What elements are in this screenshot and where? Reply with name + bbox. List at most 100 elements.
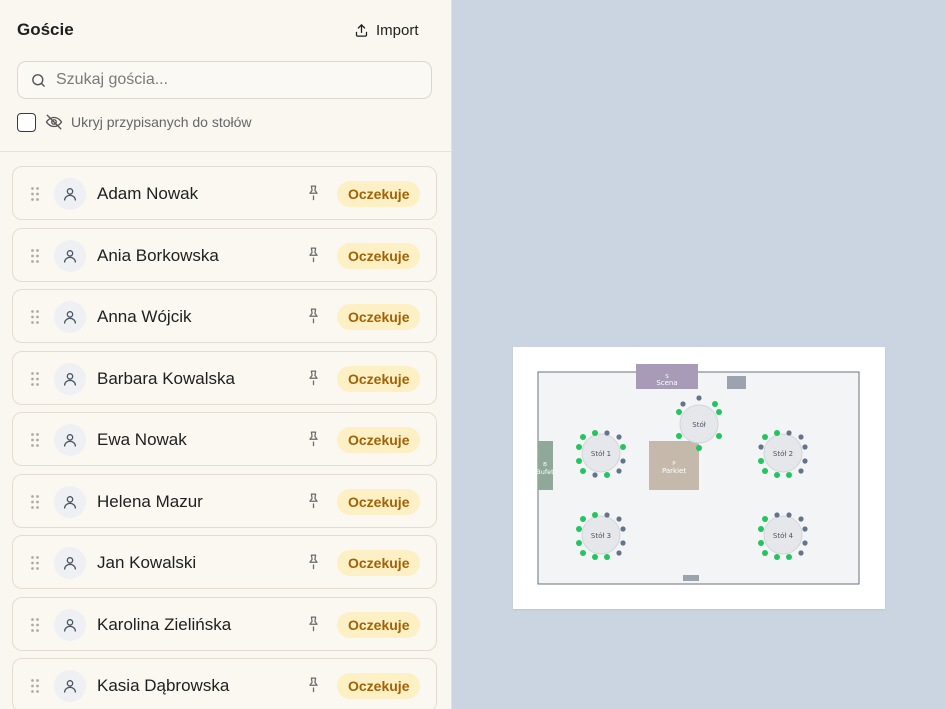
seat-marker[interactable] bbox=[774, 554, 780, 560]
drag-handle-icon[interactable] bbox=[30, 371, 40, 387]
pin-icon[interactable] bbox=[305, 615, 322, 632]
guest-card[interactable]: Jan Kowalski Oczekuje bbox=[12, 535, 437, 589]
seat-marker[interactable] bbox=[762, 468, 768, 474]
seat-marker[interactable] bbox=[716, 409, 722, 415]
seat-marker[interactable] bbox=[716, 433, 722, 439]
seat-marker[interactable] bbox=[758, 526, 764, 532]
drag-handle-icon[interactable] bbox=[30, 617, 40, 633]
seat-marker[interactable] bbox=[786, 430, 792, 436]
seat-marker[interactable] bbox=[620, 526, 626, 532]
guest-name: Helena Mazur bbox=[97, 491, 203, 511]
seat-marker[interactable] bbox=[604, 554, 610, 560]
seat-marker[interactable] bbox=[786, 554, 792, 560]
hide-assigned-checkbox[interactable] bbox=[17, 112, 36, 132]
pin-icon[interactable] bbox=[305, 676, 322, 693]
seat-marker[interactable] bbox=[620, 540, 626, 546]
seat-marker[interactable] bbox=[786, 472, 792, 478]
search-input[interactable] bbox=[56, 71, 416, 89]
seat-marker[interactable] bbox=[604, 430, 610, 436]
guest-card[interactable]: Kasia Dąbrowska Oczekuje bbox=[12, 658, 437, 709]
seat-marker[interactable] bbox=[762, 516, 768, 522]
guest-card[interactable]: Karolina Zielińska Oczekuje bbox=[12, 596, 437, 651]
drag-handle-icon[interactable] bbox=[30, 494, 40, 510]
pin-icon[interactable] bbox=[305, 246, 322, 263]
pin-icon[interactable] bbox=[305, 369, 322, 386]
seat-marker[interactable] bbox=[802, 444, 808, 450]
seat-marker[interactable] bbox=[676, 433, 682, 439]
seat-marker[interactable] bbox=[762, 550, 768, 556]
guest-card[interactable]: Adam Nowak Oczekuje bbox=[12, 166, 437, 220]
seat-marker[interactable] bbox=[616, 550, 622, 556]
status-badge: Oczekuje bbox=[337, 611, 421, 638]
guest-card[interactable]: Helena Mazur Oczekuje bbox=[12, 473, 437, 528]
seat-marker[interactable] bbox=[802, 526, 808, 532]
table-label: Stół 4 bbox=[773, 532, 794, 540]
seat-marker[interactable] bbox=[696, 445, 702, 451]
seat-marker[interactable] bbox=[802, 458, 808, 464]
search-icon bbox=[32, 73, 45, 87]
drag-handle-icon[interactable] bbox=[30, 555, 40, 571]
status-badge: Oczekuje bbox=[337, 365, 421, 392]
guest-card[interactable]: Anna Wójcik Oczekuje bbox=[12, 289, 437, 343]
seat-marker[interactable] bbox=[758, 540, 764, 546]
guest-card[interactable]: Ania Borkowska Oczekuje bbox=[12, 227, 437, 282]
seat-marker[interactable] bbox=[680, 401, 686, 407]
seat-marker[interactable] bbox=[798, 516, 804, 522]
import-button[interactable]: Import bbox=[346, 16, 427, 44]
seat-marker[interactable] bbox=[758, 458, 764, 464]
pin-icon[interactable] bbox=[305, 184, 322, 201]
avatar bbox=[54, 424, 86, 456]
floorplan-canvas[interactable]: S Scena B Bufet P Parkiet Stół Stół 1 Stół… bbox=[513, 347, 885, 609]
import-label: Import bbox=[376, 21, 419, 39]
seat-marker[interactable] bbox=[774, 512, 780, 518]
seat-marker[interactable] bbox=[576, 526, 582, 532]
seat-marker[interactable] bbox=[576, 458, 582, 464]
pin-icon[interactable] bbox=[305, 492, 322, 509]
seat-marker[interactable] bbox=[786, 512, 792, 518]
seat-marker[interactable] bbox=[798, 434, 804, 440]
drag-handle-icon[interactable] bbox=[30, 186, 40, 202]
seat-marker[interactable] bbox=[592, 430, 598, 436]
seat-marker[interactable] bbox=[592, 512, 598, 518]
seat-marker[interactable] bbox=[798, 550, 804, 556]
user-icon bbox=[64, 249, 76, 263]
drag-handle-icon[interactable] bbox=[30, 678, 40, 694]
drag-handle-icon[interactable] bbox=[30, 309, 40, 325]
seat-marker[interactable] bbox=[616, 434, 622, 440]
seat-marker[interactable] bbox=[696, 395, 702, 401]
seat-marker[interactable] bbox=[580, 550, 586, 556]
guest-name: Anna Wójcik bbox=[97, 307, 192, 326]
seat-marker[interactable] bbox=[616, 516, 622, 522]
seat-marker[interactable] bbox=[762, 434, 768, 440]
guest-card[interactable]: Barbara Kowalska Oczekuje bbox=[12, 350, 437, 405]
seat-marker[interactable] bbox=[758, 444, 764, 450]
seat-marker[interactable] bbox=[576, 444, 582, 450]
seat-marker[interactable] bbox=[774, 430, 780, 436]
pin-icon[interactable] bbox=[305, 307, 322, 324]
pin-icon[interactable] bbox=[305, 430, 322, 447]
seat-marker[interactable] bbox=[604, 472, 610, 478]
drag-handle-icon[interactable] bbox=[30, 432, 40, 448]
seat-marker[interactable] bbox=[592, 472, 598, 478]
drag-handle-icon[interactable] bbox=[30, 248, 40, 264]
sidebar-header: Goście Import Ukryj przypisanych do stoł… bbox=[0, 0, 451, 152]
pin-icon[interactable] bbox=[305, 553, 322, 570]
seat-marker[interactable] bbox=[774, 472, 780, 478]
floorplan-svg: S Scena B Bufet P Parkiet StółStół 1 Stół… bbox=[536, 364, 860, 585]
seat-marker[interactable] bbox=[592, 554, 598, 560]
seat-marker[interactable] bbox=[802, 540, 808, 546]
seat-marker[interactable] bbox=[616, 468, 622, 474]
seat-marker[interactable] bbox=[712, 401, 718, 407]
seat-marker[interactable] bbox=[576, 540, 582, 546]
guest-name: Karolina Zielińska bbox=[97, 614, 232, 634]
seat-marker[interactable] bbox=[620, 458, 626, 464]
seat-marker[interactable] bbox=[604, 512, 610, 518]
guest-card[interactable]: Ewa Nowak Oczekuje bbox=[12, 412, 437, 466]
seat-marker[interactable] bbox=[798, 468, 804, 474]
seat-marker[interactable] bbox=[580, 516, 586, 522]
seat-marker[interactable] bbox=[580, 434, 586, 440]
seat-marker[interactable] bbox=[620, 444, 626, 450]
avatar bbox=[54, 547, 86, 579]
seat-marker[interactable] bbox=[676, 409, 682, 415]
seat-marker[interactable] bbox=[580, 468, 586, 474]
